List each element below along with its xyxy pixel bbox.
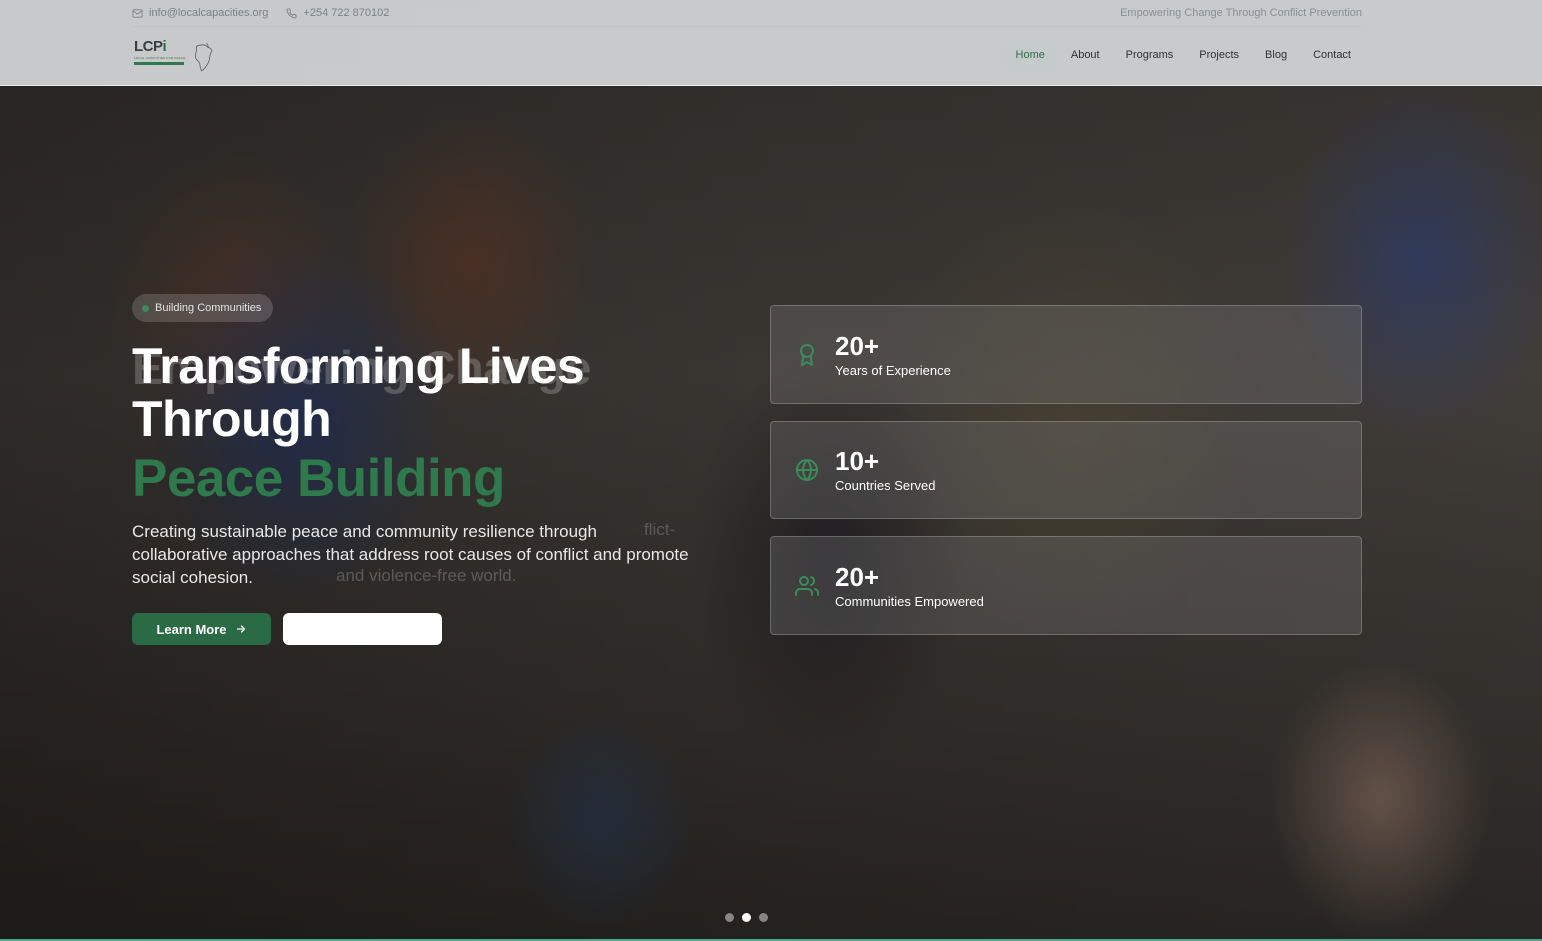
secondary-button[interactable]	[283, 613, 442, 645]
stat-value: 10+	[835, 446, 880, 476]
email-text: info@localcapacities.org	[149, 7, 269, 19]
carousel-dot-1[interactable]	[725, 913, 734, 922]
carousel-dot-3[interactable]	[759, 913, 768, 922]
logo-subtitle: LOCAL CAPACITIES FOR PEACE	[134, 56, 186, 60]
site-logo[interactable]: LCPi LOCAL CAPACITIES FOR PEACE	[134, 38, 214, 76]
phone-icon	[286, 7, 297, 18]
stat-value: 20+	[835, 561, 880, 592]
stat-label: Communities Empowered	[835, 593, 984, 609]
stat-text-communities: 20+ Communities Empowered	[835, 562, 984, 610]
top-bar-contacts: info@localcapacities.org +254 722 870102	[132, 7, 389, 19]
nav-programs[interactable]: Programs	[1115, 42, 1185, 69]
stat-label: Years of Experience	[835, 362, 951, 378]
site-header: info@localcapacities.org +254 722 870102…	[0, 0, 1542, 86]
hero-title-highlight: Peace Building	[132, 449, 505, 508]
stat-label: Countries Served	[835, 478, 936, 493]
hero-description: Creating sustainable peace and community…	[132, 522, 689, 587]
africa-map-icon	[194, 42, 212, 72]
logo-wordmark: LCPi LOCAL CAPACITIES FOR PEACE	[134, 38, 186, 65]
top-bar: info@localcapacities.org +254 722 870102…	[132, 0, 1362, 27]
nav-home[interactable]: Home	[1004, 42, 1056, 69]
phone-contact[interactable]: +254 722 870102	[286, 7, 389, 19]
nav-about[interactable]: About	[1060, 42, 1111, 69]
email-contact[interactable]: info@localcapacities.org	[132, 7, 268, 19]
hero-badge: Building Communities	[132, 294, 274, 322]
mail-icon	[132, 8, 143, 18]
nav-projects[interactable]: Projects	[1188, 42, 1250, 69]
main-navigation: Home About Programs Projects Blog Contac…	[1004, 42, 1362, 69]
badge-dot-icon	[142, 304, 149, 312]
arrow-right-icon	[236, 625, 245, 633]
hero-title-line-1: Transforming Lives	[132, 338, 585, 394]
award-icon	[800, 343, 814, 366]
stat-text-countries: 10+ Countries Served	[835, 446, 935, 494]
nav-blog[interactable]: Blog	[1254, 42, 1298, 69]
stat-card-experience: 20+ Years of Experience	[770, 305, 1362, 404]
logo-text: LCPi	[134, 38, 167, 55]
globe-icon	[796, 459, 818, 481]
phone-text: +254 722 870102	[303, 7, 390, 19]
badge-label: Building Communities	[155, 302, 262, 314]
carousel-dots	[725, 913, 768, 922]
learn-more-button[interactable]: Learn More	[132, 613, 271, 645]
stat-card-countries: 10+ Countries Served	[770, 421, 1362, 519]
learn-more-label: Learn More	[156, 621, 227, 637]
stat-value: 20+	[835, 330, 880, 361]
users-icon	[795, 575, 819, 596]
carousel-dot-2[interactable]	[742, 913, 751, 922]
stat-text-experience: 20+ Years of Experience	[835, 331, 951, 379]
header-tagline: Empowering Change Through Conflict Preve…	[1120, 7, 1362, 19]
stat-card-communities: 20+ Communities Empowered	[770, 536, 1362, 635]
logo-underline	[134, 62, 184, 65]
hero-title: Transforming Lives Through	[132, 340, 732, 446]
nav-contact[interactable]: Contact	[1302, 42, 1362, 69]
hero-title-line-2: Through	[132, 391, 332, 447]
